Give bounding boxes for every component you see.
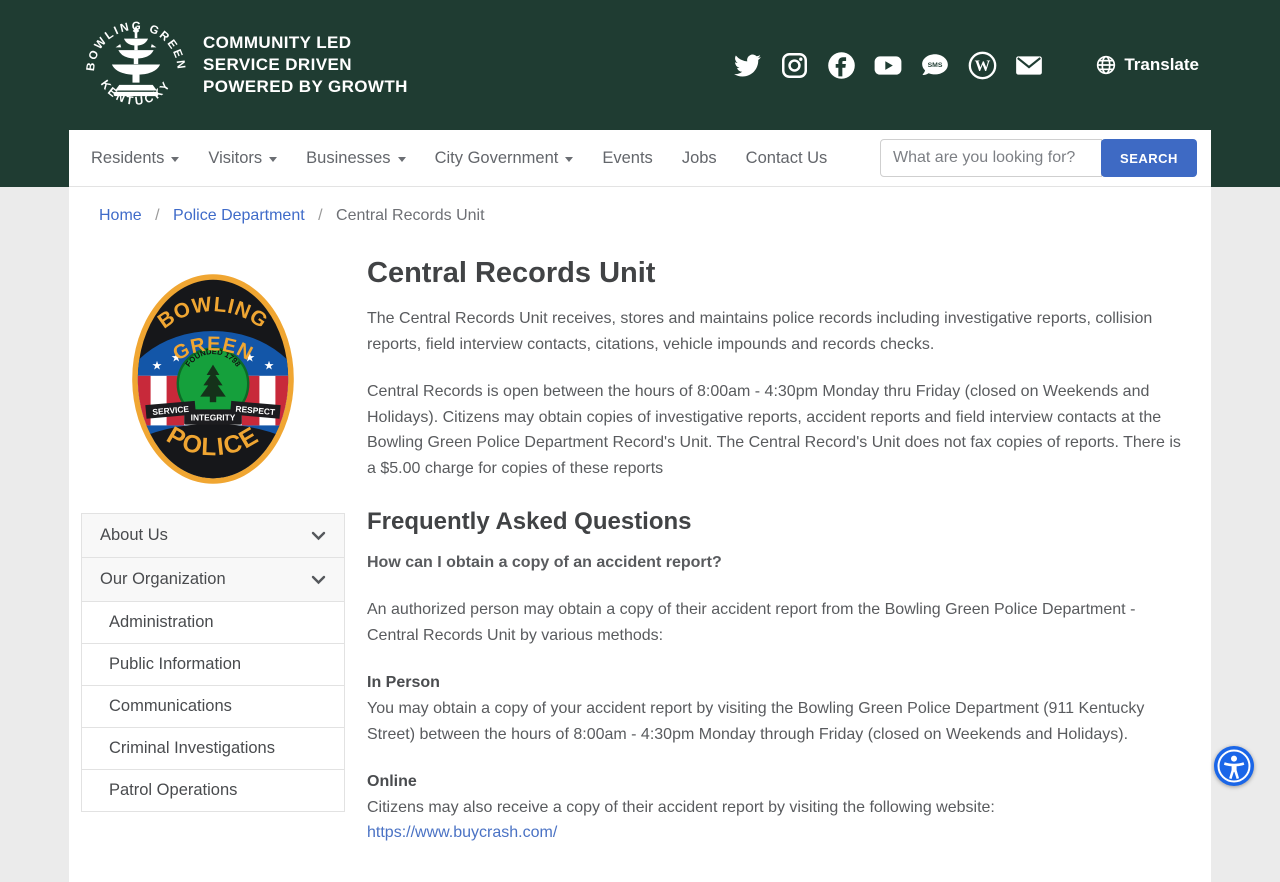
sidebar-item-label: Criminal Investigations	[109, 739, 275, 757]
accessibility-button[interactable]	[1214, 746, 1254, 786]
in-person-section: In Person You may obtain a copy of your …	[367, 670, 1191, 747]
social-link-email[interactable]	[1014, 50, 1044, 80]
social-link-sms[interactable]: SMS	[920, 50, 950, 80]
site-tagline: COMMUNITY LED SERVICE DRIVEN POWERED BY …	[203, 32, 408, 97]
intro-paragraph-2: Central Records is open between the hour…	[367, 383, 1181, 477]
breadcrumb-police-department[interactable]: Police Department	[173, 207, 305, 224]
nav-item-residents[interactable]: Residents	[91, 148, 180, 168]
in-person-text: You may obtain a copy of your accident r…	[367, 699, 1145, 743]
sidebar-item-communications[interactable]: Communications	[81, 686, 345, 728]
nav-label: Contact Us	[745, 148, 828, 167]
social-link-facebook[interactable]	[826, 50, 856, 80]
facebook-icon	[828, 51, 855, 79]
sidebar-item-administration[interactable]: Administration	[81, 602, 345, 644]
sidebar-item-label: Our Organization	[100, 570, 226, 588]
sidebar-item-label: Communications	[109, 697, 232, 715]
nav-item-businesses[interactable]: Businesses	[306, 148, 406, 168]
svg-text:SMS: SMS	[928, 62, 943, 69]
sidebar-menu: About Us Our Organization Administration…	[81, 513, 345, 812]
breadcrumb: Home / Police Department / Central Recor…	[81, 187, 1199, 235]
main-content: Central Records Unit The Central Records…	[367, 255, 1199, 842]
nav-label: City Government	[434, 148, 559, 167]
translate-label: Translate	[1124, 55, 1199, 74]
online-text: Citizens may also receive a copy of thei…	[367, 798, 995, 816]
nav-label: Events	[602, 148, 653, 167]
faq-section-title: Frequently Asked Questions	[367, 507, 692, 535]
content-container: Home / Police Department / Central Recor…	[69, 187, 1211, 882]
sidebar-item-criminal-investigations[interactable]: Criminal Investigations	[81, 728, 345, 770]
chevron-down-icon	[311, 531, 326, 541]
translate-button[interactable]: Translate	[1096, 55, 1199, 75]
nav-item-contact-us[interactable]: Contact Us	[746, 149, 828, 168]
sidebar-item-our-organization[interactable]: Our Organization	[81, 558, 345, 602]
twitter-icon	[733, 54, 761, 76]
sidebar-item-label: About Us	[100, 526, 168, 544]
instagram-icon	[781, 52, 807, 78]
search-button[interactable]: SEARCH	[1101, 139, 1197, 177]
accessibility-icon	[1217, 749, 1251, 783]
svg-text:W: W	[975, 58, 991, 75]
chevron-down-icon	[565, 156, 574, 162]
police-badge: ★ ★ ★ ★ FOUNDED 1798 SERVICE INTEGRITY R…	[125, 267, 301, 491]
wordpress-icon: W	[968, 51, 997, 79]
tagline-line-2: SERVICE DRIVEN	[203, 55, 352, 75]
social-link-wordpress[interactable]: W	[967, 50, 997, 80]
nav-band: Residents Visitors Businesses City Gover…	[0, 130, 1280, 187]
intro-paragraph-1: The Central Records Unit receives, store…	[367, 310, 1153, 353]
faq-answer: An authorized person may obtain a copy o…	[367, 601, 1136, 644]
nav-label: Jobs	[681, 148, 717, 167]
page-title: Central Records Unit	[367, 257, 656, 289]
breadcrumb-home[interactable]: Home	[99, 207, 142, 224]
social-link-youtube[interactable]	[873, 50, 903, 80]
nav-label: Residents	[91, 148, 165, 167]
breadcrumb-separator: /	[318, 207, 323, 224]
police-badge-icon: ★★ ★★ FOUNDED 1798 SERVICE INTEGRITY RES…	[132, 274, 294, 484]
email-icon	[1016, 56, 1043, 75]
main-navigation: Residents Visitors Businesses City Gover…	[69, 130, 1211, 187]
chevron-down-icon	[397, 156, 406, 162]
nav-item-city-government[interactable]: City Government	[435, 149, 574, 168]
social-link-twitter[interactable]	[732, 50, 762, 80]
breadcrumb-current: Central Records Unit	[336, 207, 485, 224]
chevron-down-icon	[171, 156, 180, 162]
youtube-icon	[874, 56, 902, 75]
chevron-down-icon	[311, 575, 326, 585]
search-input[interactable]	[880, 139, 1102, 177]
sidebar-item-label: Administration	[109, 613, 214, 631]
sidebar-item-label: Public Information	[109, 655, 242, 673]
buycrash-link[interactable]: https://www.buycrash.com/	[367, 824, 557, 841]
in-person-label: In Person	[367, 674, 440, 692]
online-section: Online Citizens may also receive a copy …	[367, 769, 1191, 820]
nav-item-visitors[interactable]: Visitors	[208, 148, 278, 168]
breadcrumb-separator: /	[155, 207, 160, 224]
site-logo[interactable]: BOWLING GREEN KENTUCKY	[85, 14, 187, 116]
tagline-line-1: COMMUNITY LED	[203, 33, 352, 53]
sms-icon: SMS	[922, 54, 949, 75]
svg-text:★: ★	[264, 358, 275, 372]
sidebar-item-label: Patrol Operations	[109, 781, 238, 799]
sidebar: ★ ★ ★ ★ FOUNDED 1798 SERVICE INTEGRITY R…	[81, 255, 345, 842]
chevron-down-icon	[269, 156, 278, 162]
faq-question: How can I obtain a copy of an accident r…	[367, 553, 722, 571]
sidebar-item-public-information[interactable]: Public Information	[81, 644, 345, 686]
sidebar-item-about-us[interactable]: About Us	[81, 514, 345, 558]
nav-item-jobs[interactable]: Jobs	[682, 149, 717, 168]
sidebar-item-patrol-operations[interactable]: Patrol Operations	[81, 770, 345, 812]
online-label: Online	[367, 773, 417, 791]
nav-item-events[interactable]: Events	[602, 149, 652, 168]
badge-banner-center: INTEGRITY	[191, 413, 236, 423]
fountain-icon: BOWLING GREEN KENTUCKY	[85, 21, 185, 108]
nav-label: Visitors	[208, 148, 263, 167]
tagline-line-3: POWERED BY GROWTH	[203, 76, 408, 96]
globe-icon	[1097, 55, 1116, 75]
nav-label: Businesses	[306, 148, 391, 167]
social-link-instagram[interactable]	[779, 50, 809, 80]
svg-text:★: ★	[152, 358, 163, 372]
site-header: BOWLING GREEN KENTUCKY COMMUNITY LED SER…	[0, 0, 1280, 130]
